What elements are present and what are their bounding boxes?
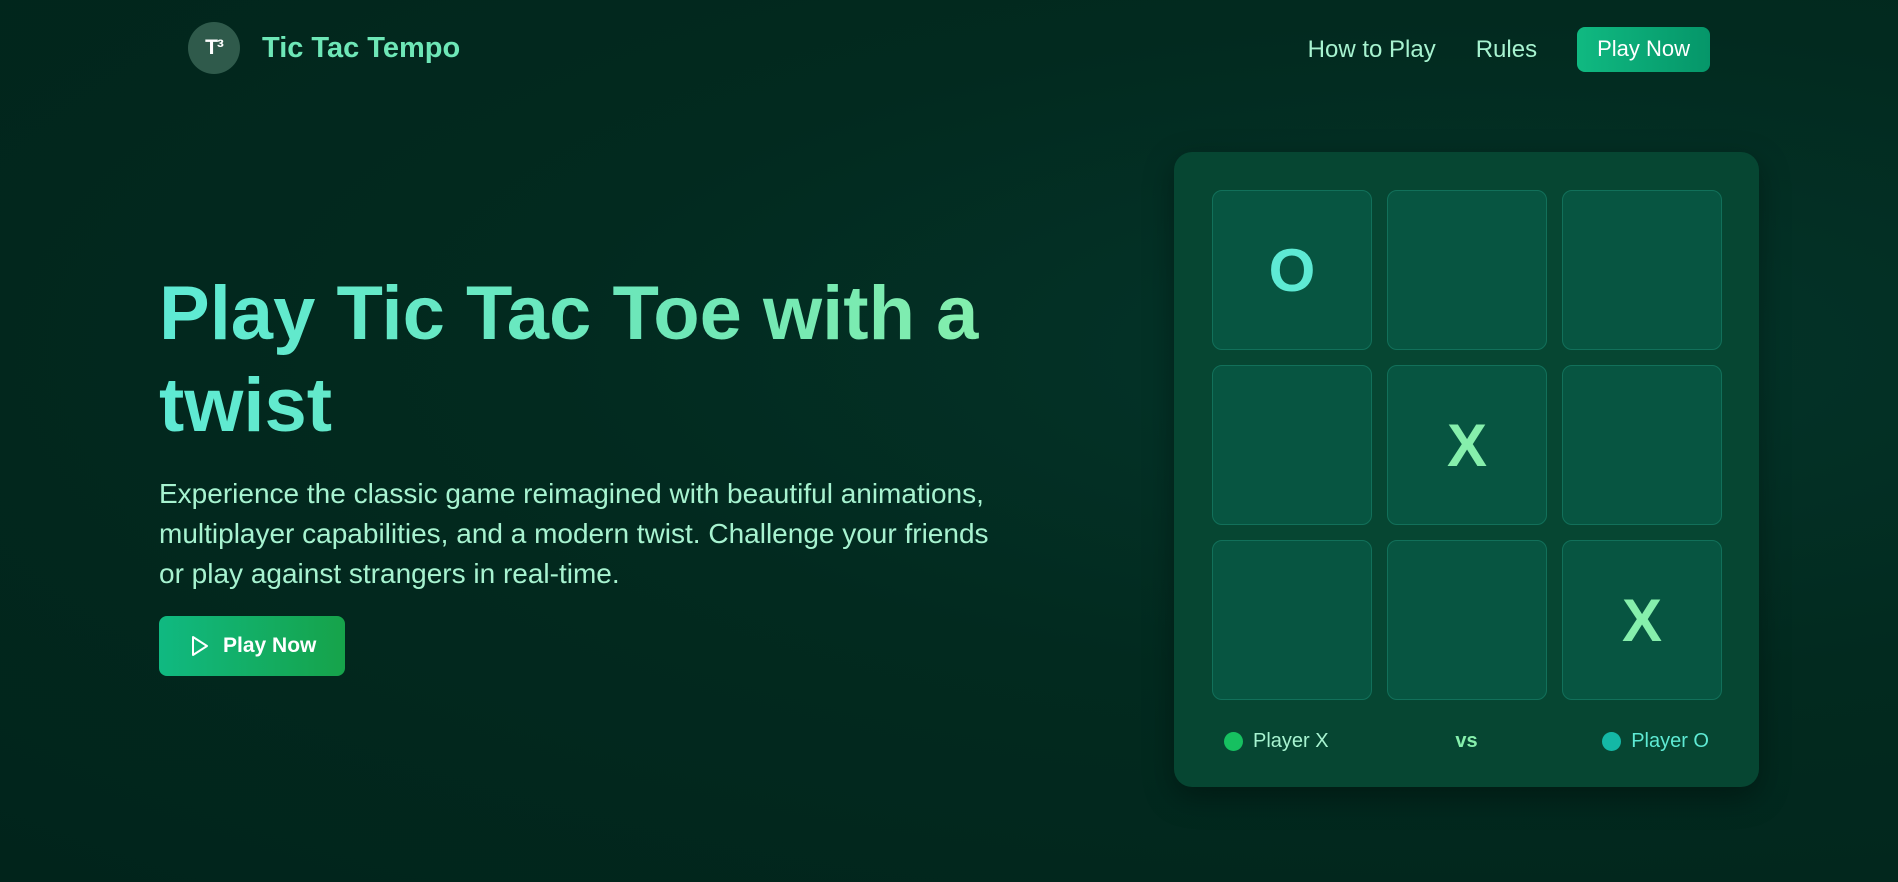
- player-o-dot-icon: [1602, 732, 1622, 751]
- hero-title: Play Tic Tac Toe with a twist: [159, 268, 1019, 452]
- logo[interactable]: T³ Tic Tac Tempo: [188, 22, 460, 74]
- board-cell-6[interactable]: [1562, 365, 1722, 525]
- play-icon: [190, 635, 210, 657]
- board-cell-2[interactable]: [1387, 190, 1547, 350]
- board-cell-9[interactable]: X: [1562, 540, 1722, 700]
- nav-link-rules[interactable]: Rules: [1476, 36, 1537, 64]
- players-bar: Player X vs Player O: [1174, 730, 1759, 760]
- hero-play-now-button[interactable]: Play Now: [159, 616, 346, 676]
- hero-section: Play Tic Tac Toe with a twist Experience…: [159, 268, 1019, 676]
- nav-link-how-to-play[interactable]: How to Play: [1308, 36, 1436, 64]
- hero-play-now-label: Play Now: [223, 634, 317, 657]
- game-grid: O X X: [1212, 190, 1722, 700]
- nav-links: How to Play Rules Play Now: [1308, 27, 1710, 72]
- board-cell-5[interactable]: X: [1387, 365, 1547, 525]
- board-cell-1[interactable]: O: [1212, 190, 1372, 350]
- logo-badge: T³: [188, 22, 240, 74]
- board-cell-8[interactable]: [1387, 540, 1547, 700]
- player-o-label: Player O: [1631, 730, 1709, 752]
- board-cell-4[interactable]: [1212, 365, 1372, 525]
- game-board-card: O X X Player X vs Player O: [1174, 152, 1759, 787]
- board-cell-3[interactable]: [1562, 190, 1722, 350]
- logo-text: Tic Tac Tempo: [262, 31, 461, 64]
- hero-description: Experience the classic game reimagined w…: [159, 478, 989, 589]
- board-cell-7[interactable]: [1212, 540, 1372, 700]
- nav-play-now-button[interactable]: Play Now: [1577, 27, 1710, 72]
- player-o: Player O: [1602, 730, 1709, 753]
